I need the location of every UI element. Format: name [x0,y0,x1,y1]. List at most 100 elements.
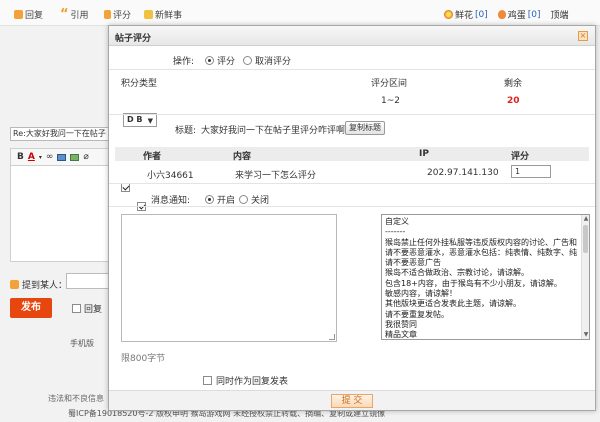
submit-button[interactable]: 提 交 [331,394,373,408]
list-item[interactable]: 我很赞同 [385,320,579,330]
new-news-label: 新鲜事 [155,11,183,21]
footer-text: 违法和不良信息 [48,394,104,403]
editor-textarea[interactable] [10,166,110,262]
col-score: 评分 [511,152,530,162]
reason-listbox[interactable]: 自定义 ------- 猴岛禁止任何外挂私服等违反版权内容的讨论、广告和 请不要… [381,214,590,340]
operation-rate-label: 评分 [217,57,236,67]
list-item[interactable]: 请不要恶意广告 [385,258,579,268]
score-type-value: D B [127,115,143,124]
quote-icon: “ [60,7,69,22]
scroll-up-icon[interactable]: ▲ [582,215,589,223]
chevron-down-icon[interactable]: ▾ [39,154,42,161]
list-item[interactable]: 请不要恶意灌水，恶意灌水包括：纯表情、纯数字、纯 [385,248,579,258]
list-item[interactable]: ------- [385,227,579,237]
reply-title-input[interactable]: Re:大家好我问一下在帖子 [10,127,110,141]
reply-also-option[interactable]: 同时作为回复发表 [203,374,288,387]
top-link[interactable]: 顶端 [551,8,569,21]
dialog-footer: 提 交 [109,390,595,410]
notify-off-option[interactable]: 关闭 [239,193,269,206]
reply-tool[interactable]: 回复 [14,8,43,21]
image-icon[interactable] [57,153,67,161]
mention-input[interactable] [66,273,110,289]
reply-also-checkbox[interactable] [203,376,212,385]
col-ip: IP [419,149,429,159]
score-type-select[interactable]: D B ▼ [123,113,157,127]
list-item[interactable]: 请不要重复发帖。 [385,310,579,320]
score-type-header: 积分类型 [121,79,158,89]
list-item[interactable]: 精品文章 [385,330,579,339]
reply-icon [14,10,23,19]
reply-also-label: 同时作为回复发表 [216,377,289,387]
divider [109,114,595,115]
flower-count: [0] [475,9,488,20]
attachment-icon[interactable]: ⌀ [83,152,88,162]
mention-label-wrap: 提到某人： [10,278,67,291]
rate-label: 评分 [113,11,132,21]
flower-icon [444,10,453,19]
flower-tool[interactable]: 鲜花 [0] [444,8,488,21]
operation-label: 操作: [173,57,195,67]
remaining-header: 剩余 [504,79,523,89]
quote-label: 引用 [70,11,89,21]
reply-checkbox-label: 回复 [84,305,103,315]
close-icon[interactable]: × [578,31,588,41]
editor-toolbar: B A ▾ ∞ ⌀ [10,148,110,166]
mention-icon [10,280,19,289]
list-item[interactable]: 自定义 [385,217,579,227]
row-author[interactable]: 小六34661 [147,168,194,181]
row-ip: 202.97.141.130 [427,168,499,178]
notify-on-radio[interactable] [205,195,214,204]
reason-scrollbar[interactable]: ▲ ▼ [581,215,589,339]
egg-count: [0] [527,9,541,20]
operation-rate-radio[interactable] [205,56,214,65]
col-content: 内容 [233,152,252,162]
score-range-header: 评分区间 [371,79,408,89]
quote-tool[interactable]: “ 引用 [60,8,89,21]
publish-button[interactable]: 发布 [10,298,52,318]
egg-tool[interactable]: 鸡蛋 [0] [497,8,541,21]
egg-icon [497,10,506,19]
new-news-tool[interactable]: 新鲜事 [144,8,182,21]
scroll-down-icon[interactable]: ▼ [582,331,589,339]
operation-cancel-radio[interactable] [243,56,252,65]
dialog-header: 帖子评分 × [109,26,595,46]
reply-checkbox[interactable] [72,304,81,313]
notify-on-option[interactable]: 开启 [205,193,235,206]
egg-label: 鸡蛋 [507,11,526,21]
list-item[interactable]: 猴岛禁止任何外挂私服等违反版权内容的讨论、广告和 [385,238,579,248]
font-color-icon[interactable]: A [28,152,35,162]
score-range-value: 1~2 [381,96,400,106]
remaining-value: 20 [507,96,520,106]
list-item[interactable]: 包含18+内容，由于猴岛有不少小朋友，请谅解。 [385,279,579,289]
list-item[interactable]: 猴岛不适合做政治、宗教讨论，请谅解。 [385,268,579,278]
mobile-link[interactable]: 手机版 [70,338,94,349]
row-score-input[interactable]: 1 [511,165,551,178]
list-item[interactable]: 其他版块更适合发表此主题，请谅解。 [385,299,579,309]
scrollbar-thumb[interactable] [583,225,588,253]
operation-cancel-label: 取消评分 [255,57,292,67]
rate-dialog: 帖子评分 × 操作: 评分 取消评分 积分类型 评分区间 剩余 D B ▼ 1~… [108,25,596,411]
notify-on-label: 开启 [217,196,236,206]
media-icon[interactable] [70,153,80,161]
list-item[interactable]: 敏感内容，请谅解！ [385,289,579,299]
rate-tool[interactable]: 评分 [104,8,131,21]
notify-off-radio[interactable] [239,195,248,204]
select-all-checkbox[interactable] [121,183,130,192]
bold-icon[interactable]: B [17,152,24,162]
reason-textarea[interactable] [121,214,337,342]
dialog-title: 帖子评分 [115,34,152,44]
subject-label: 标题: [175,126,197,136]
operation-cancel-option[interactable]: 取消评分 [243,54,291,67]
reply-checkbox-wrap[interactable]: 回复 [72,302,102,315]
divider [109,206,595,207]
news-icon [144,10,153,19]
operation-rate-option[interactable]: 评分 [205,54,235,67]
link-icon[interactable]: ∞ [46,152,54,162]
chevron-down-icon: ▼ [147,117,153,125]
char-limit-hint: 限800字节 [121,354,166,364]
copy-title-button[interactable]: 复制标题 [345,121,385,135]
divider [109,69,595,70]
notify-off-label: 关闭 [251,196,270,206]
resize-handle[interactable] [329,334,335,340]
subject-value: 大家好我问一下在帖子里评分咋评啊 [201,126,346,136]
